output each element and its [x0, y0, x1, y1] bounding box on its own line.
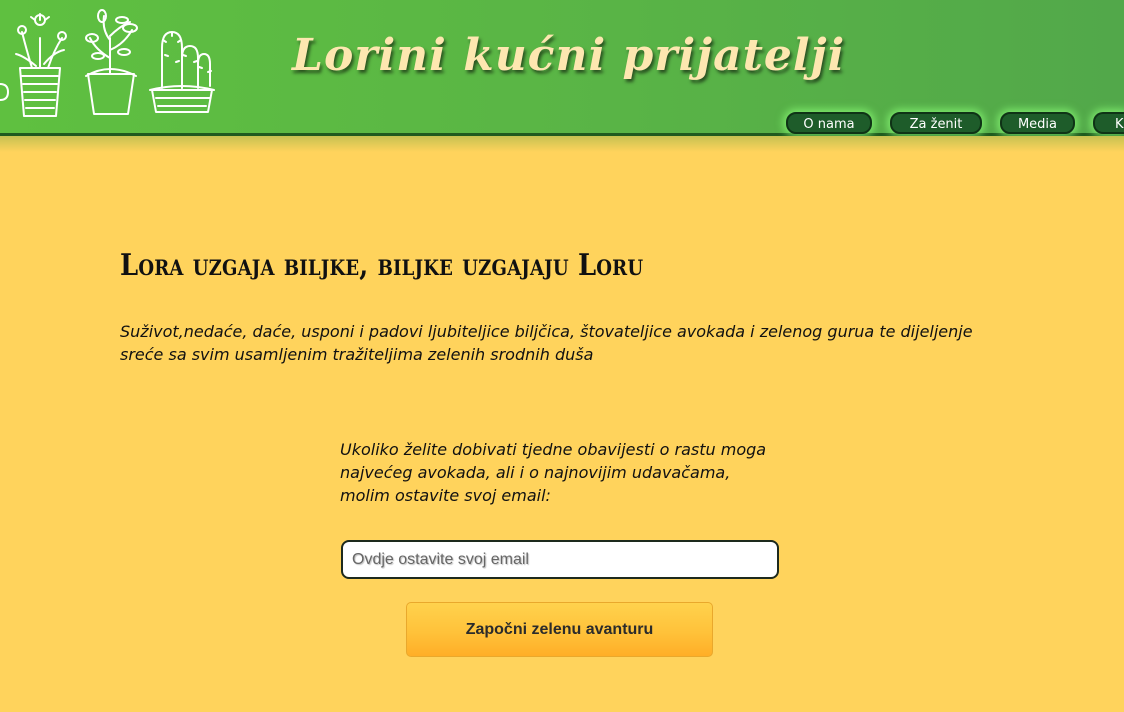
page-headline: Lora uzgaja biljke, biljke uzgajaju Loru	[120, 248, 644, 283]
signup-description: Ukoliko želite dobivati tjedne obavijest…	[340, 440, 767, 505]
header-shadow	[0, 136, 1124, 152]
main-nav: O nama Za ženit Media K	[0, 0, 1124, 136]
nav-item-o-nama[interactable]: O nama	[786, 112, 872, 134]
email-input[interactable]	[341, 540, 779, 579]
page-tagline: Suživot,nedaće, daće, usponi i padovi lj…	[120, 322, 973, 364]
nav-item-k[interactable]: K	[1093, 112, 1124, 134]
nav-item-media[interactable]: Media	[1000, 112, 1075, 134]
site-header: Lorini kućni prijatelji O nama Za ženit …	[0, 0, 1124, 136]
nav-item-za-zenit[interactable]: Za ženit	[890, 112, 982, 134]
start-adventure-button[interactable]: Započni zelenu avanturu	[406, 602, 713, 657]
